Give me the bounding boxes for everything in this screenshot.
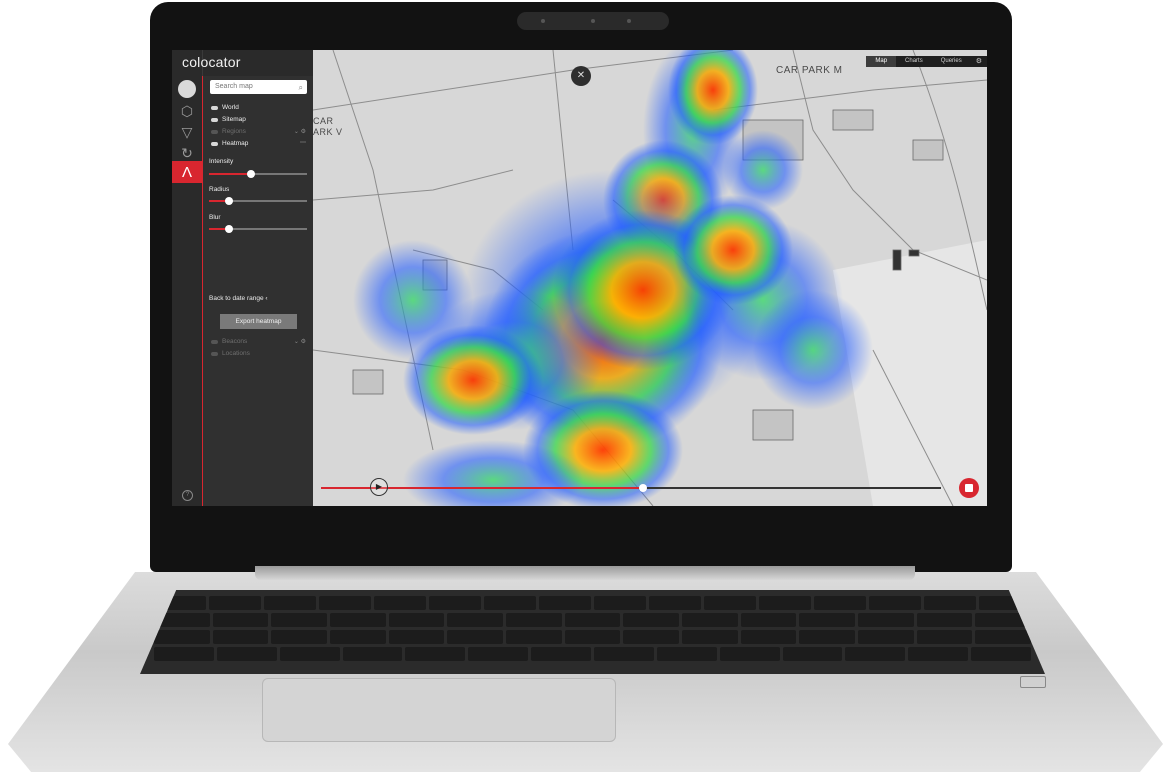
layer-sitemap[interactable]: Sitemap [211, 116, 246, 123]
app-screen: ⬡ ▽ ↻ Λ ? colocator Search map ⌕ World S… [172, 50, 987, 506]
layer-label: World [222, 104, 239, 111]
layer-heatmap[interactable]: Heatmap [211, 140, 248, 147]
intensity-slider[interactable] [209, 170, 307, 178]
chevron-left-icon: ‹ [265, 295, 268, 302]
slider-handle[interactable] [247, 170, 256, 178]
avatar[interactable] [178, 80, 196, 98]
toggle-icon[interactable] [211, 105, 218, 110]
export-heatmap-button[interactable]: Export heatmap [220, 314, 297, 329]
stop-icon[interactable] [959, 478, 979, 498]
gear-icon[interactable]: ⚙ [971, 56, 987, 67]
timeline-scrubber[interactable] [321, 484, 941, 492]
slider-handle[interactable] [224, 225, 233, 233]
heatmap-tool-icon[interactable]: Λ [172, 161, 202, 183]
view-tabs: Map Charts Queries ⚙ [866, 56, 987, 67]
layer-label: Regions [222, 128, 246, 135]
back-to-date-range-link[interactable]: Back to date range ‹ [209, 295, 268, 302]
close-icon[interactable]: ✕ [571, 66, 591, 86]
layer-regions[interactable]: Regions [211, 128, 246, 135]
play-icon[interactable]: ▶ [370, 478, 388, 496]
site-map-drawing [313, 50, 987, 506]
intensity-label: Intensity [209, 158, 234, 165]
slider-handle[interactable] [224, 197, 233, 205]
map-label-car-park-v-2: ARK V [313, 127, 343, 137]
icon-rail: ⬡ ▽ ↻ Λ ? [172, 50, 203, 506]
camera-sensor [627, 19, 631, 23]
layer-world[interactable]: World [211, 104, 239, 111]
radius-slider[interactable] [209, 197, 307, 205]
help-icon[interactable]: ? [182, 490, 193, 501]
toggle-icon[interactable] [211, 117, 218, 122]
search-placeholder: Search map [215, 83, 253, 90]
camera-lens [591, 19, 595, 23]
filter-icon[interactable]: ▽ [178, 123, 196, 141]
search-icon[interactable]: ⌕ [299, 81, 303, 95]
hexagon-icon[interactable]: ⬡ [178, 102, 196, 120]
webcam-bar [517, 12, 669, 30]
layer-locations[interactable]: Locations [211, 350, 250, 357]
laptop-hinge [255, 566, 915, 580]
blur-label: Blur [209, 214, 221, 221]
heatmap-menu-icon[interactable]: ⋯ [300, 139, 306, 146]
refresh-icon[interactable]: ↻ [178, 144, 196, 162]
toggle-icon[interactable] [211, 339, 218, 344]
radius-label: Radius [209, 186, 230, 193]
tab-queries[interactable]: Queries [932, 56, 971, 67]
camera-light [541, 19, 545, 23]
tab-charts[interactable]: Charts [896, 56, 932, 67]
slider-fill [209, 173, 252, 175]
layer-label: Locations [222, 350, 250, 357]
layer-beacons[interactable]: Beacons [211, 338, 247, 345]
keyboard [140, 590, 1045, 674]
app-logo: colocator [182, 54, 241, 70]
back-link-label: Back to date range [209, 295, 264, 302]
laptop-badge [1020, 676, 1046, 688]
toggle-icon[interactable] [211, 141, 218, 146]
layer-label: Heatmap [222, 140, 249, 147]
touchpad [262, 678, 616, 742]
blur-slider[interactable] [209, 225, 307, 233]
layer-options-icon[interactable]: ⌄ ⚙ [294, 338, 306, 345]
layers-panel: Search map ⌕ World Sitemap Regions ⌄ ⚙ H… [202, 76, 314, 506]
layer-label: Sitemap [222, 116, 246, 123]
layer-label: Beacons [222, 338, 248, 345]
map-label-car-park-v-1: CAR [313, 116, 334, 126]
toggle-icon[interactable] [211, 129, 218, 134]
map-label-car-park-m: CAR PARK M [776, 65, 843, 76]
map-view[interactable]: CAR PARK M CAR ARK V ✕ Map Charts Querie… [313, 50, 987, 506]
toggle-icon[interactable] [211, 351, 218, 356]
tab-map[interactable]: Map [866, 56, 897, 67]
layer-options-icon[interactable]: ⌄ ⚙ [294, 128, 306, 135]
search-input[interactable]: Search map ⌕ [210, 80, 307, 94]
